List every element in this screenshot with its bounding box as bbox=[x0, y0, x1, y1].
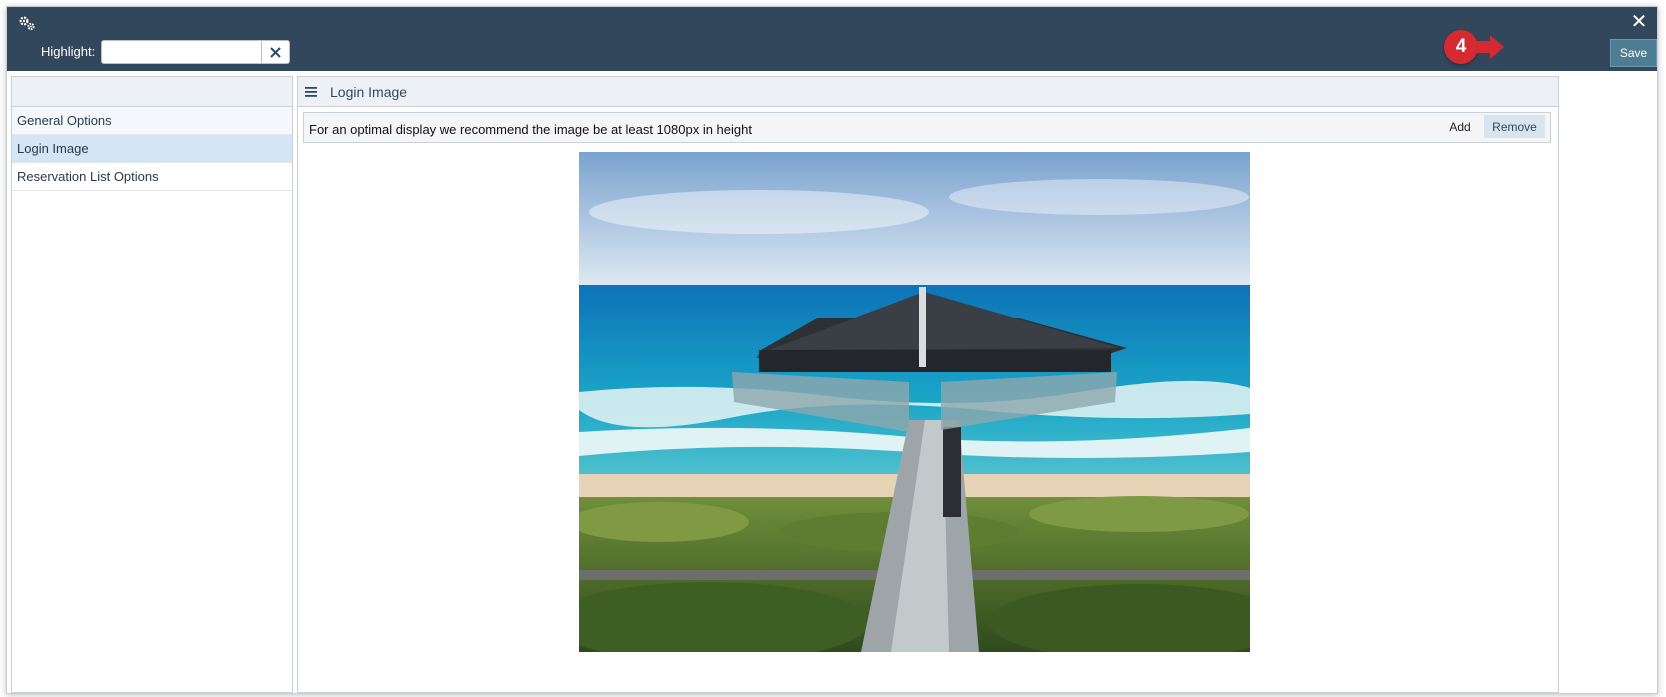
add-image-button[interactable]: Add bbox=[1438, 115, 1482, 138]
options-sidebar: General Options Login Image Reservation … bbox=[11, 76, 293, 693]
image-notice-bar: For an optimal display we recommend the … bbox=[303, 112, 1551, 143]
remove-image-button[interactable]: Remove bbox=[1484, 115, 1545, 138]
sidebar-item-reservation-list-options[interactable]: Reservation List Options bbox=[12, 163, 292, 191]
clear-x-icon bbox=[270, 46, 281, 58]
sidebar-item-general-options[interactable]: General Options bbox=[12, 107, 292, 135]
sidebar-header bbox=[12, 77, 292, 107]
panel-title: Login Image bbox=[330, 83, 408, 100]
content-panel: Login Image For an optimal display we re… bbox=[297, 76, 1559, 693]
title-bar: ✕ Highlight: Save bbox=[7, 7, 1657, 71]
highlight-input[interactable] bbox=[101, 40, 261, 64]
sidebar-item-label: General Options bbox=[17, 113, 112, 128]
hamburger-menu-icon[interactable] bbox=[305, 86, 317, 98]
panel-header: Login Image bbox=[298, 77, 1558, 107]
settings-window: ✕ Highlight: Save General Options Login … bbox=[6, 6, 1658, 694]
sidebar-item-label: Login Image bbox=[17, 141, 89, 156]
sidebar-item-login-image[interactable]: Login Image bbox=[12, 135, 292, 163]
save-button[interactable]: Save bbox=[1610, 39, 1657, 67]
highlight-label: Highlight: bbox=[41, 44, 96, 59]
image-recommendation-text: For an optimal display we recommend the … bbox=[309, 122, 752, 137]
gear-icon bbox=[19, 16, 35, 31]
close-icon[interactable]: ✕ bbox=[1629, 12, 1649, 32]
highlight-clear-button[interactable] bbox=[261, 40, 290, 64]
sidebar-item-label: Reservation List Options bbox=[17, 169, 159, 184]
arrow-right-icon bbox=[1472, 35, 1504, 59]
login-image-preview bbox=[579, 152, 1250, 652]
